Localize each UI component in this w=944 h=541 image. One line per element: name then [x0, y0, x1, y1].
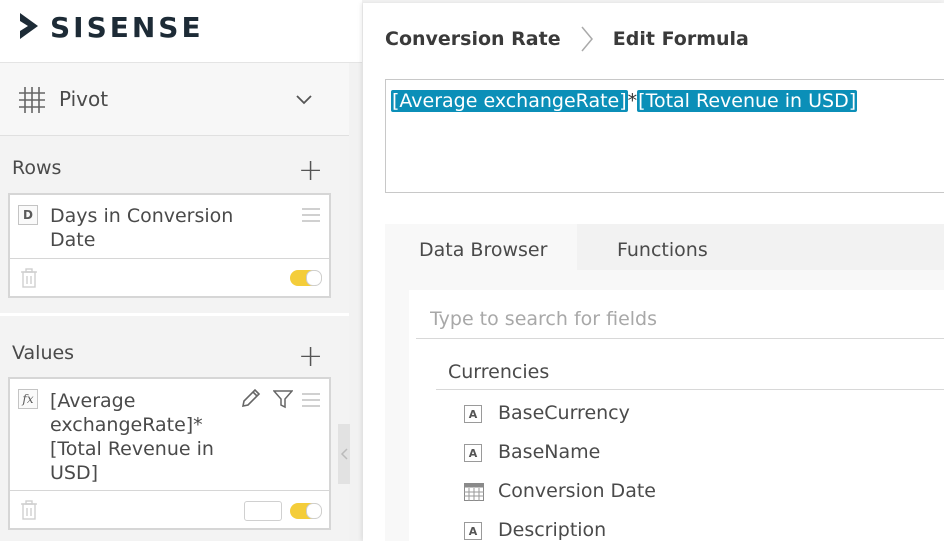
- tab-data-browser[interactable]: Data Browser: [419, 227, 547, 273]
- add-row-button[interactable]: +: [298, 156, 323, 186]
- field-label: Conversion Date: [498, 480, 656, 502]
- add-value-button[interactable]: +: [298, 342, 323, 372]
- text-field-icon: A: [464, 522, 482, 540]
- color-picker-button[interactable]: [244, 501, 282, 521]
- section-divider: [0, 313, 349, 316]
- sisense-mark-icon: [20, 13, 38, 39]
- trash-icon[interactable]: [20, 268, 38, 288]
- field-label: BaseName: [498, 441, 601, 463]
- breadcrumb-current: Edit Formula: [612, 28, 749, 50]
- values-field-label: [Average exchangeRate]* [Total Revenue i…: [50, 390, 214, 484]
- values-title: Values: [12, 342, 75, 364]
- trash-icon[interactable]: [20, 500, 38, 520]
- text-field-icon: A: [464, 444, 482, 462]
- widget-type-label: Pivot: [59, 87, 109, 111]
- sisense-logo: SISENSE: [20, 11, 204, 44]
- logo-bar: SISENSE: [0, 0, 362, 63]
- chevron-right-icon: [581, 26, 593, 52]
- rows-field-label: Days in Conversion Date: [50, 205, 234, 251]
- field-label: BaseCurrency: [498, 402, 630, 424]
- formula-operator: *: [627, 90, 638, 112]
- values-field-card[interactable]: fx [Average exchangeRate]* [Total Revenu…: [8, 377, 331, 530]
- group-divider: [436, 389, 944, 390]
- search-input[interactable]: [416, 302, 944, 336]
- formula-token[interactable]: [Total Revenue in USD]: [637, 90, 858, 112]
- values-field-toggle[interactable]: [290, 503, 322, 519]
- text-field-icon: A: [464, 405, 482, 423]
- formula-expression[interactable]: [Average exchangeRate]*[Total Revenue in…: [391, 89, 858, 114]
- date-field-icon: [464, 483, 484, 501]
- drag-handle-icon[interactable]: [302, 393, 320, 411]
- table-group-currencies[interactable]: Currencies: [448, 361, 549, 383]
- field-search[interactable]: [416, 302, 944, 339]
- formula-token[interactable]: [Average exchangeRate]: [391, 90, 628, 112]
- drag-handle-icon[interactable]: [302, 208, 320, 226]
- rows-field-toggle[interactable]: [290, 270, 322, 286]
- rows-field-card[interactable]: D Days in Conversion Date: [8, 193, 331, 298]
- tab-functions[interactable]: Functions: [617, 227, 708, 273]
- field-label: Description: [498, 519, 607, 541]
- filter-icon[interactable]: [273, 389, 293, 409]
- breadcrumb: Conversion Rate Edit Formula: [385, 26, 749, 52]
- rows-title: Rows: [12, 157, 62, 179]
- values-field-footer: [10, 490, 329, 529]
- chevron-down-icon: [296, 95, 312, 105]
- pencil-icon[interactable]: [240, 387, 262, 409]
- widget-type-selector[interactable]: Pivot: [0, 63, 349, 136]
- chevron-left-icon: [340, 448, 348, 460]
- formula-badge: fx: [18, 389, 38, 409]
- rows-field-footer: [10, 258, 329, 297]
- breadcrumb-parent[interactable]: Conversion Rate: [385, 28, 561, 50]
- formula-editor[interactable]: [Average exchangeRate]*[Total Revenue in…: [385, 79, 944, 193]
- dimension-badge: D: [18, 205, 38, 225]
- collapse-handle[interactable]: [338, 424, 350, 484]
- grid-icon: [19, 87, 45, 113]
